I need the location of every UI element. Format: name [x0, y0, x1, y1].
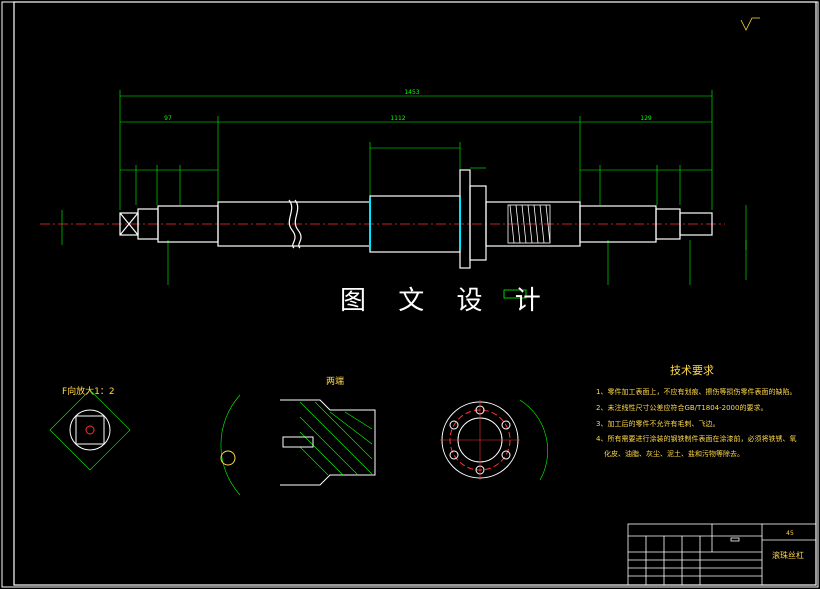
dim-overall: 1453: [404, 89, 419, 96]
flange-end-view: [440, 399, 549, 481]
tech-item: 3、加工后的零件不允许有毛刺、飞边。: [596, 420, 720, 428]
title-material: 45: [786, 530, 794, 537]
tech-item: 1、零件加工表面上，不应有划痕、擦伤等损伤零件表面的缺陷。: [596, 388, 797, 396]
dim-middle: 1112: [390, 115, 405, 122]
view-f-label: F向放大1：2: [62, 387, 115, 397]
watermark-text: 图 文 设 计: [340, 286, 553, 316]
cad-drawing-sheet: { "watermark": "图 文 设 计", "labels": { "v…: [0, 0, 820, 589]
tech-item: 化皮、油脂、灰尘、泥土、盐和污物等除去。: [604, 450, 744, 458]
roughness-symbol: [740, 17, 760, 31]
tech-item: 2、未注线性尺寸公差应符合GB/T1804-2000的要求。: [596, 404, 768, 412]
dim-left: 97: [164, 115, 172, 122]
ball-screw-shaft: [119, 169, 713, 269]
end-section-view: [220, 394, 376, 496]
tech-item: 4、所有需要进行涂装的钢铁制件表面在涂漆前，必须将铁锈、氧: [596, 435, 797, 443]
view-ends-label: 两端: [326, 377, 345, 387]
f-view-detail: [49, 389, 131, 471]
title-part-name: 滚珠丝杠: [772, 550, 804, 560]
tech-requirements-title: 技术要求: [670, 364, 714, 377]
dim-right: 129: [640, 115, 652, 122]
